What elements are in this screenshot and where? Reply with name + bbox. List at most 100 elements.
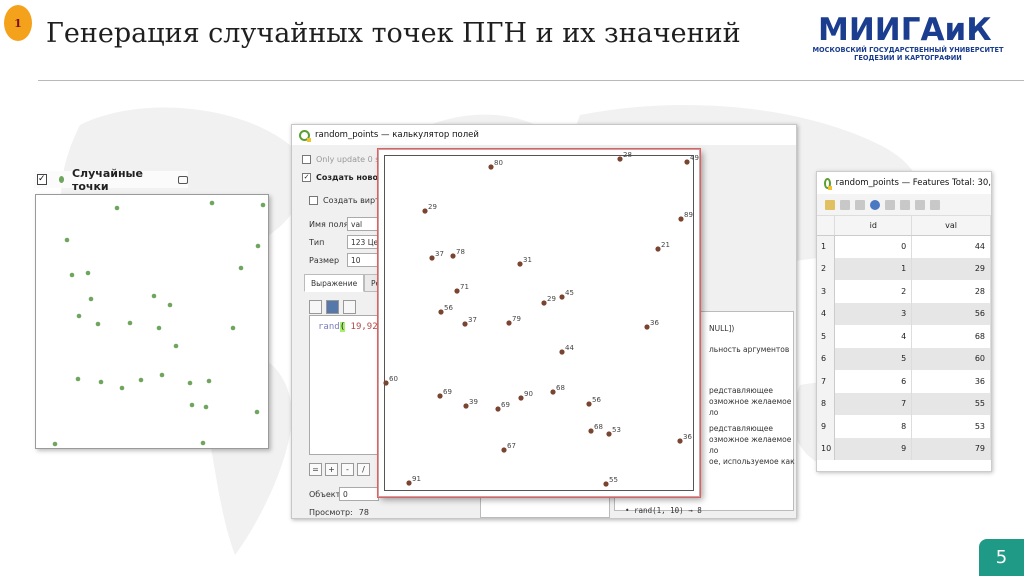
point-value-label: 67 xyxy=(507,442,516,450)
labeled-point[interactable] xyxy=(450,253,456,259)
labeled-point[interactable] xyxy=(588,428,594,434)
table-row[interactable]: 6 5 60 xyxy=(817,347,991,370)
attribute-table[interactable]: id val 1 0 44 2 1 29 3 2 28 4 3 56 5 4 68 6 5 60 7 6 36 8 7 55 9… xyxy=(817,216,991,460)
table-row[interactable]: 7 6 36 xyxy=(817,370,991,393)
labeled-point[interactable] xyxy=(383,380,389,386)
cell-id: 5 xyxy=(834,347,913,370)
labeled-point[interactable] xyxy=(462,321,468,327)
cell-val: 56 xyxy=(911,302,991,325)
labeled-point[interactable] xyxy=(495,406,501,412)
cell-val: 60 xyxy=(911,347,991,370)
point-value-label: 29 xyxy=(428,203,437,211)
row-number[interactable]: 5 xyxy=(817,325,836,348)
table-row[interactable]: 1 0 44 xyxy=(817,235,991,258)
table-row[interactable]: 8 7 55 xyxy=(817,392,991,415)
labeled-point[interactable] xyxy=(422,208,428,214)
cell-val: 36 xyxy=(911,370,991,393)
point-value-label: 56 xyxy=(444,304,453,312)
reload-icon[interactable] xyxy=(870,199,880,210)
table-row[interactable]: 3 2 28 xyxy=(817,280,991,303)
labeled-point[interactable] xyxy=(559,294,565,300)
row-number[interactable]: 3 xyxy=(817,280,836,303)
row-number[interactable]: 6 xyxy=(817,347,836,370)
point-value-label: 79 xyxy=(512,315,521,323)
point-value-label: 91 xyxy=(412,475,421,483)
labeled-point[interactable] xyxy=(437,393,443,399)
labeled-point[interactable] xyxy=(518,395,524,401)
point-value-label: 31 xyxy=(523,256,532,264)
labeled-point[interactable] xyxy=(429,255,435,261)
labeled-point[interactable] xyxy=(406,480,412,486)
table-row[interactable]: 4 3 56 xyxy=(817,302,991,325)
table-row[interactable]: 5 4 68 xyxy=(817,325,991,348)
column-header-id[interactable]: id xyxy=(834,216,913,236)
point-value-label: 37 xyxy=(435,250,444,258)
point-value-label: 44 xyxy=(565,344,574,352)
labeled-point[interactable] xyxy=(617,156,623,162)
cell-id: 7 xyxy=(834,392,913,415)
labeled-point[interactable] xyxy=(501,447,507,453)
row-number[interactable]: 2 xyxy=(817,257,836,280)
row-number[interactable]: 10 xyxy=(817,437,836,460)
labeled-point[interactable] xyxy=(550,389,556,395)
point-value-label: 56 xyxy=(592,396,601,404)
point-value-label: 69 xyxy=(501,401,510,409)
labeled-point[interactable] xyxy=(606,431,612,437)
add-feature-icon[interactable] xyxy=(885,199,895,210)
point-value-label: 29 xyxy=(547,295,556,303)
toggle-multi-edit-icon[interactable] xyxy=(840,199,850,210)
row-number[interactable]: 1 xyxy=(817,235,836,258)
attribute-table-title: random_points — Features Total: 30, xyxy=(835,178,991,188)
attribute-table-window: random_points — Features Total: 30, id v… xyxy=(816,171,992,472)
labeled-point[interactable] xyxy=(603,481,609,487)
labeled-point[interactable] xyxy=(655,246,661,252)
table-row[interactable]: 2 1 29 xyxy=(817,257,991,280)
labeled-point[interactable] xyxy=(541,300,547,306)
table-row[interactable]: 9 8 53 xyxy=(817,415,991,438)
delete-feature-icon[interactable] xyxy=(900,199,910,210)
cell-id: 8 xyxy=(834,415,913,438)
attribute-table-titlebar: random_points — Features Total: 30, xyxy=(817,172,991,194)
labeled-point[interactable] xyxy=(506,320,512,326)
row-number[interactable]: 9 xyxy=(817,415,836,438)
attribute-table-toolbar xyxy=(817,194,991,216)
labeled-point[interactable] xyxy=(586,401,592,407)
pencil-icon[interactable] xyxy=(825,199,835,210)
point-value-label: 71 xyxy=(460,283,469,291)
labeled-point[interactable] xyxy=(488,164,494,170)
qgis-logo-icon xyxy=(824,177,832,190)
labeled-point[interactable] xyxy=(463,403,469,409)
point-value-label: 28 xyxy=(623,151,632,159)
row-number[interactable]: 8 xyxy=(817,392,836,415)
copy-icon[interactable] xyxy=(930,199,940,210)
labeled-point[interactable] xyxy=(677,438,683,444)
page-number: 5 xyxy=(979,539,1024,576)
cell-val: 53 xyxy=(911,415,991,438)
cell-val: 79 xyxy=(911,437,991,460)
labeled-point[interactable] xyxy=(644,324,650,330)
point-value-label: 89 xyxy=(684,211,693,219)
save-edits-icon[interactable] xyxy=(855,199,865,210)
point-value-label: 49 xyxy=(690,154,699,162)
cell-id: 4 xyxy=(834,325,913,348)
column-header-val[interactable]: val xyxy=(911,216,991,236)
labeled-point[interactable] xyxy=(559,349,565,355)
cut-icon[interactable] xyxy=(915,199,925,210)
point-value-label: 80 xyxy=(494,159,503,167)
table-row[interactable]: 10 9 79 xyxy=(817,437,991,460)
row-number[interactable]: 4 xyxy=(817,302,836,325)
cell-id: 1 xyxy=(834,257,913,280)
cell-id: 3 xyxy=(834,302,913,325)
labeled-point[interactable] xyxy=(678,216,684,222)
labeled-point[interactable] xyxy=(438,309,444,315)
point-value-label: 36 xyxy=(683,433,692,441)
row-number[interactable]: 7 xyxy=(817,370,836,393)
labeled-point[interactable] xyxy=(454,288,460,294)
point-value-label: 55 xyxy=(609,476,618,484)
cell-id: 6 xyxy=(834,370,913,393)
point-value-label: 21 xyxy=(661,241,670,249)
labeled-point[interactable] xyxy=(517,261,523,267)
point-value-label: 45 xyxy=(565,289,574,297)
point-value-label: 68 xyxy=(556,384,565,392)
labeled-point[interactable] xyxy=(684,159,690,165)
